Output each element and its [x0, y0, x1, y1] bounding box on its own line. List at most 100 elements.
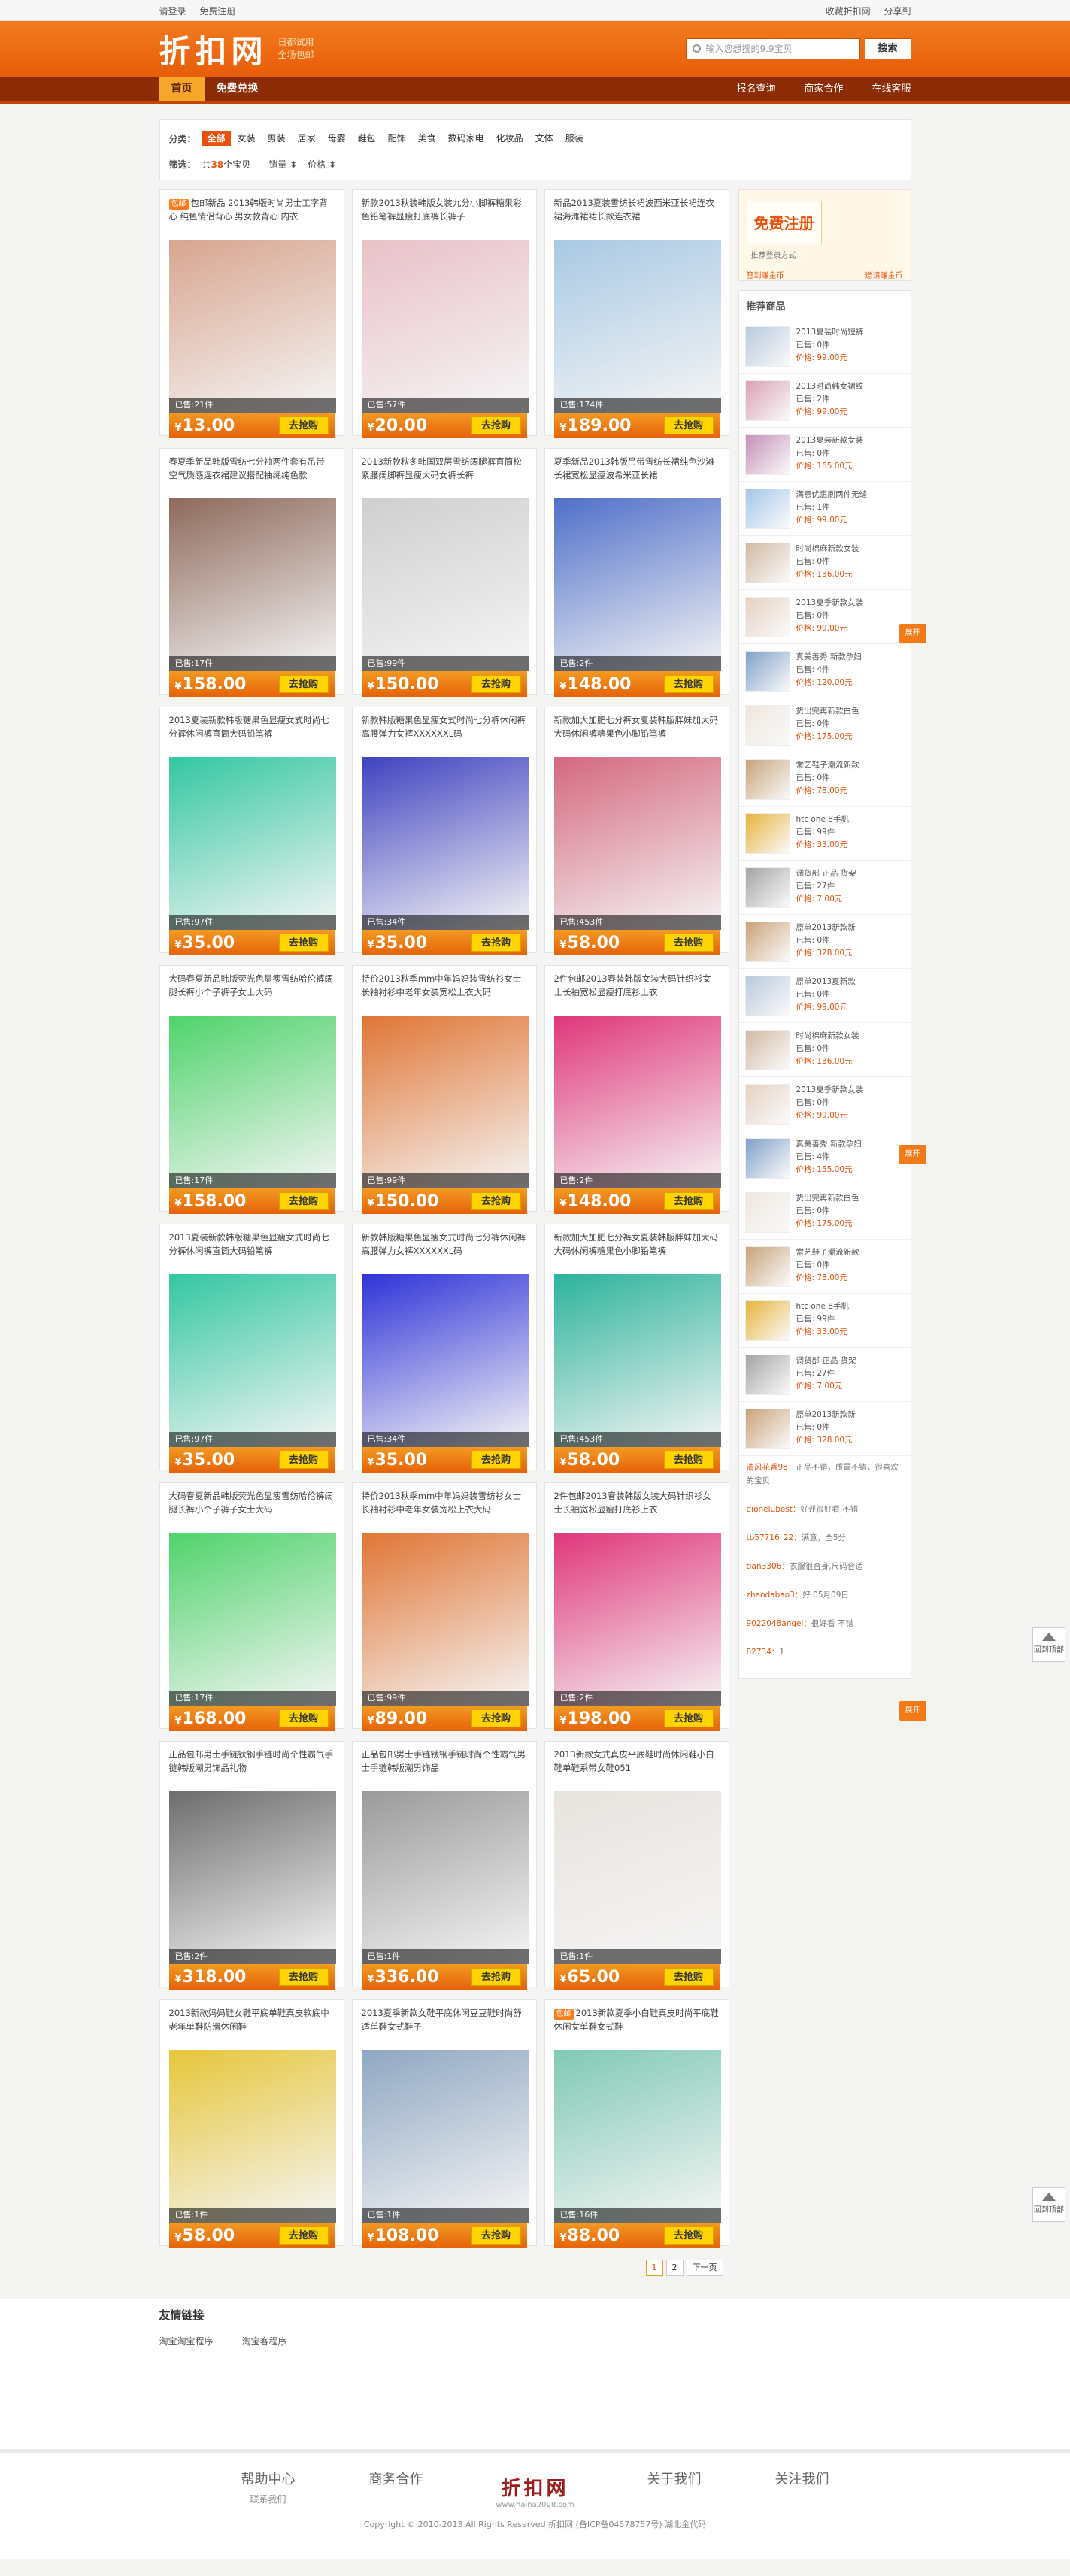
product-image[interactable]: 已售:21件: [168, 240, 336, 413]
product-card[interactable]: 大码春夏新品韩版荧光色显瘦雪纺哈伦裤阔腿长裤小个子裤子女士大码 已售:17件 ¥15…: [159, 965, 344, 1214]
nav-support[interactable]: 在线客服: [843, 77, 911, 101]
buy-button[interactable]: 去抢购: [663, 1192, 714, 1210]
buy-button[interactable]: 去抢购: [663, 2226, 714, 2245]
comment-user[interactable]: zhaodabao3：: [747, 1591, 803, 1600]
category-2[interactable]: 男装: [262, 131, 291, 146]
recommend-thumb[interactable]: [744, 867, 790, 908]
nav-home[interactable]: 首页: [159, 77, 205, 101]
buy-button[interactable]: 去抢购: [471, 1451, 521, 1469]
product-card[interactable]: 新款韩版糖果色显瘦女式时尚七分裤休闲裤高腰弹力女裤XXXXXXL码 已售:34件 ¥…: [351, 1224, 537, 1473]
category-6[interactable]: 配饰: [383, 131, 411, 146]
category-5[interactable]: 鞋包: [353, 131, 381, 146]
comment-user[interactable]: dionelubest：: [747, 1505, 801, 1514]
product-card[interactable]: 大码春夏新品韩版荧光色显瘦雪纺哈伦裤阔腿长裤小个子裤子女士大码 已售:17件 ¥16…: [159, 1482, 344, 1731]
recommend-thumb[interactable]: [744, 1084, 790, 1125]
product-title[interactable]: 新品2013夏装雪纺长裙波西米亚长裙连衣裙海滩裙裙长款连衣裙: [554, 196, 720, 237]
recommend-thumb[interactable]: [744, 1192, 790, 1233]
recommend-thumb[interactable]: [744, 489, 790, 529]
recommend-item[interactable]: 调货部 正品 货架 已售: 27件 价格: 7.00元: [738, 1348, 911, 1402]
category-8[interactable]: 数码家电: [443, 131, 490, 146]
recommend-item[interactable]: 2013夏季新款女装 已售: 0件 价格: 99.00元: [738, 1077, 911, 1131]
product-title[interactable]: 夏季新品2013韩版吊带雪纺长裙纯色沙滩长裙宽松显瘦波希米亚长裙: [554, 455, 720, 495]
product-title[interactable]: 春夏季新品韩版雪纺七分袖两件套有吊带 空气质感连衣裙建议搭配抽绳纯色款: [169, 455, 335, 495]
category-7[interactable]: 美食: [413, 131, 441, 146]
recommend-item[interactable]: htc one 8手机 已售: 99件 价格: 33.00元: [738, 807, 911, 861]
product-image[interactable]: 已售:1件: [361, 2050, 529, 2223]
footer-business[interactable]: 商务合作: [332, 2469, 460, 2488]
product-card[interactable]: 夏季新品2013韩版吊带雪纺长裙纯色沙滩长裙宽松显瘦波希米亚长裙 已售:2件 ¥14…: [544, 448, 729, 697]
recommend-name[interactable]: 真美善秀 新款孕妇: [796, 1138, 894, 1151]
recommend-thumb[interactable]: [744, 434, 790, 475]
product-card[interactable]: 正品包邮男士手链钛钢手链时尚个性霸气手链韩版潮男饰品礼物 已售:2件 ¥318.00…: [159, 1741, 344, 1990]
comment-user[interactable]: 9022048angel：: [747, 1619, 811, 1628]
product-title[interactable]: 2件包邮2013春装韩版女装大码针织衫女士长袖宽松显瘦打底衫上衣: [554, 972, 720, 1013]
buy-button[interactable]: 去抢购: [278, 416, 329, 434]
recommend-name[interactable]: 真美善秀 新款孕妇: [796, 651, 894, 664]
product-title[interactable]: 2件包邮2013春装韩版女装大码针织衫女士长袖宽松显瘦打底衫上衣: [554, 1489, 720, 1530]
recommend-thumb[interactable]: [744, 543, 790, 583]
search-button[interactable]: 搜索: [864, 38, 911, 59]
product-card[interactable]: 2013新款妈妈鞋女鞋平底单鞋真皮软底中老年单鞋防滑休闲鞋 已售:1件 ¥58.00…: [159, 1999, 344, 2248]
recommend-name[interactable]: 时尚棉麻新款女装: [796, 1030, 894, 1043]
recommend-item[interactable]: 货出完再新款白色 已售: 0件 价格: 175.00元: [738, 698, 911, 752]
recommend-thumb[interactable]: [744, 651, 790, 692]
recommend-thumb[interactable]: [744, 922, 790, 962]
recommend-thumb[interactable]: [744, 1138, 790, 1179]
signin-earn-link[interactable]: 签到赚金币: [747, 269, 784, 280]
product-title[interactable]: 新款2013秋装韩版女装九分小脚裤糖果彩色铅笔裤显瘦打底裤长裤子: [362, 196, 527, 237]
buy-button[interactable]: 去抢购: [663, 675, 714, 693]
product-card[interactable]: 新款韩版糖果色显瘦女式时尚七分裤休闲裤高腰弹力女裤XXXXXXL码 已售:34件 ¥…: [351, 707, 537, 955]
product-title[interactable]: 特价2013秋季mm中年妈妈装雪纺衫女士长袖衬衫中老年女装宽松上衣大码: [362, 1489, 527, 1530]
category-3[interactable]: 居家: [293, 131, 321, 146]
recommend-item[interactable]: 真美善秀 新款孕妇 已售: 4件 价格: 155.00元: [738, 1131, 911, 1185]
product-card[interactable]: 2013夏季新款女鞋平底休闲豆豆鞋时尚舒适单鞋女式鞋子 已售:1件 ¥108.00 去…: [351, 1999, 537, 2248]
product-title[interactable]: 2013夏装新款韩版糖果色显瘦女式时尚七分裤休闲裤直筒大码铅笔裤: [169, 713, 335, 754]
footer-help[interactable]: 帮助中心: [205, 2469, 332, 2488]
buy-button[interactable]: 去抢购: [471, 675, 521, 693]
comment-user[interactable]: 82734：: [747, 1648, 780, 1657]
expand-tab[interactable]: 展开: [899, 1145, 926, 1164]
back-to-top-button[interactable]: 回到顶部: [1032, 2187, 1065, 2222]
site-logo[interactable]: 折扣网: [159, 26, 268, 72]
recommend-name[interactable]: 原单2013新款新: [796, 1409, 894, 1421]
product-image[interactable]: 已售:97件: [168, 757, 336, 930]
product-title[interactable]: 2013夏季新款女鞋平底休闲豆豆鞋时尚舒适单鞋女式鞋子: [362, 2006, 527, 2047]
buy-button[interactable]: 去抢购: [471, 1192, 521, 1210]
recommend-thumb[interactable]: [744, 597, 790, 637]
recommend-thumb[interactable]: [744, 759, 790, 800]
category-10[interactable]: 文体: [530, 131, 559, 146]
product-title[interactable]: 2013新款女式真皮平底鞋时尚休闲鞋小白鞋单鞋系带女鞋051: [554, 1748, 720, 1788]
product-title[interactable]: 包邮 包邮新品 2013韩版时尚男士工字背心 纯色情侣背心 男女款背心 内衣: [168, 196, 335, 237]
product-card[interactable]: 2013新款秋冬韩国双层雪纺阔腿裤直筒松紧腰阔脚裤显瘦大码女裤长裤 已售:99件 ¥…: [351, 448, 537, 697]
page-1[interactable]: 1: [645, 2260, 663, 2276]
recommend-name[interactable]: htc one 8手机: [796, 1300, 894, 1313]
register-link[interactable]: 免费注册: [199, 6, 235, 17]
product-card[interactable]: 包邮 包邮新品 2013韩版时尚男士工字背心 纯色情侣背心 男女款背心 内衣 已售:…: [159, 189, 344, 438]
recommend-name[interactable]: 2013夏装时尚短裤: [796, 326, 894, 339]
sort-price[interactable]: 价格 ⬍: [308, 158, 336, 171]
buy-button[interactable]: 去抢购: [278, 934, 329, 952]
product-card[interactable]: 特价2013秋季mm中年妈妈装雪纺衫女士长袖衬衫中老年女装宽松上衣大码 已售:99…: [351, 965, 537, 1214]
product-title[interactable]: 新款加大加肥七分裤女夏装韩版胖妹加大码大码休闲裤糖果色小脚铅笔裤: [554, 1230, 720, 1271]
category-11[interactable]: 服装: [560, 131, 589, 146]
product-title[interactable]: 特价2013秋季mm中年妈妈装雪纺衫女士长袖衬衫中老年女装宽松上衣大码: [362, 972, 527, 1013]
recommend-thumb[interactable]: [744, 1030, 790, 1070]
product-image[interactable]: 已售:99件: [361, 1533, 529, 1706]
recommend-name[interactable]: 2013夏季新款女装: [796, 1084, 894, 1097]
buy-button[interactable]: 去抢购: [663, 1968, 714, 1986]
category-9[interactable]: 化妆品: [491, 131, 529, 146]
product-title[interactable]: 新款韩版糖果色显瘦女式时尚七分裤休闲裤高腰弹力女裤XXXXXXL码: [362, 713, 527, 754]
recommend-name[interactable]: 原单2013新款新: [796, 922, 894, 934]
product-image[interactable]: 已售:34件: [361, 757, 529, 930]
product-card[interactable]: 2013夏装新款韩版糖果色显瘦女式时尚七分裤休闲裤直筒大码铅笔裤 已售:97件 ¥3…: [159, 1224, 344, 1473]
recommend-thumb[interactable]: [744, 813, 790, 854]
expand-tab[interactable]: 展开: [899, 1701, 926, 1721]
friend-link[interactable]: 淘宝客程序: [242, 2336, 287, 2347]
recommend-name[interactable]: 2013时尚韩女裙纹: [796, 380, 894, 393]
category-1[interactable]: 女装: [232, 131, 261, 146]
recommend-item[interactable]: 真美善秀 新款孕妇 已售: 4件 价格: 120.00元: [738, 644, 911, 698]
recommend-thumb[interactable]: [744, 1300, 790, 1341]
footer-contact[interactable]: 联系我们: [205, 2493, 332, 2505]
buy-button[interactable]: 去抢购: [278, 675, 329, 693]
product-title[interactable]: 2013夏装新款韩版糖果色显瘦女式时尚七分裤休闲裤直筒大码铅笔裤: [169, 1230, 335, 1271]
